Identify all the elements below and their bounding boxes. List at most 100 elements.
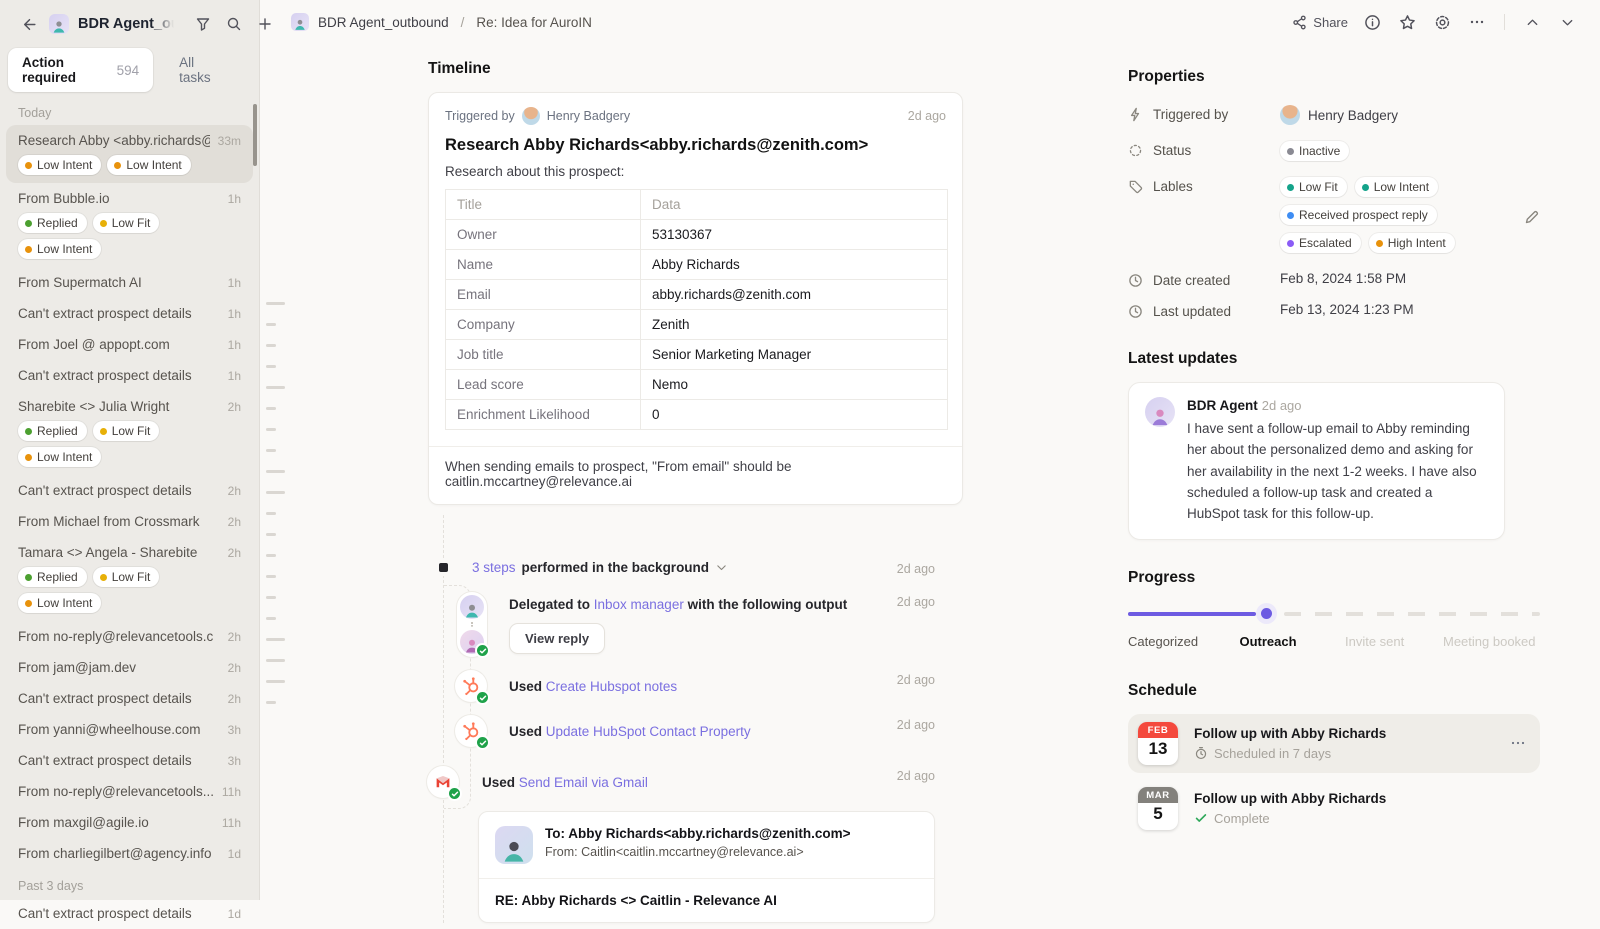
prop-status: Status Inactive xyxy=(1128,141,1540,161)
task-list-item[interactable]: Can't extract prospect details 2h xyxy=(6,475,253,506)
update-hubspot-property-link[interactable]: Update HubSpot Contact Property xyxy=(546,724,751,739)
task-sidebar: BDR Agent_out Action required 594 All tas… xyxy=(0,0,271,921)
label-badge[interactable]: Low Fit xyxy=(1280,177,1347,197)
timeline-heading: Timeline xyxy=(428,60,491,77)
edit-labels-pencil-icon[interactable] xyxy=(1524,206,1540,225)
step-timestamp: 2d ago xyxy=(896,595,935,609)
task-list-item[interactable]: From Michael from Crossmark 2h xyxy=(6,506,253,537)
filter-icon[interactable] xyxy=(192,13,214,35)
task-list-item[interactable]: Can't extract prospect details 3h xyxy=(6,745,253,776)
task-list-item[interactable]: Tamara <> Angela - Sharebite 2h Replied L… xyxy=(6,537,253,621)
sidebar-scrollbar[interactable] xyxy=(253,104,257,166)
table-row: Name Abby Richards xyxy=(445,249,948,280)
prev-task-chevron-up-icon[interactable] xyxy=(1521,11,1543,33)
task-subtitle: Research about this prospect: xyxy=(445,164,625,179)
email-subject: RE: Abby Richards <> Caitlin - Relevance… xyxy=(495,893,777,908)
next-task-chevron-down-icon[interactable] xyxy=(1556,11,1578,33)
breadcrumb-agent[interactable]: BDR Agent_outbound xyxy=(318,15,449,30)
sidebar-agent-title: BDR Agent_out xyxy=(78,16,174,32)
prop-labels: Lables Low Fit Low Intent Received prosp… xyxy=(1128,177,1540,253)
stage-meeting-booked: Meeting booked xyxy=(1443,633,1536,649)
clock-icon xyxy=(1129,305,1142,318)
task-detail-main: Timeline Triggered by Henry Badgery 2d a… xyxy=(427,60,963,923)
schedule-item-menu-icon[interactable] xyxy=(1510,735,1526,751)
table-row: Email abby.richards@zenith.com xyxy=(445,279,948,310)
task-list-item[interactable]: From no-reply@relevancetools.c 2h xyxy=(6,621,253,652)
task-list-item[interactable]: From charliegilbert@agency.info 1d xyxy=(6,838,253,869)
update-timestamp: 2d ago xyxy=(1261,398,1302,413)
label-badge[interactable]: Received prospect reply xyxy=(1280,205,1437,225)
triggered-by-name: Henry Badgery xyxy=(546,109,631,123)
step-timestamp: 2d ago xyxy=(896,673,935,687)
progress-upcoming-segment xyxy=(1284,611,1540,616)
view-reply-button[interactable]: View reply xyxy=(509,623,606,654)
schedule-item[interactable]: FEB 13 Follow up with Abby Richards Sche… xyxy=(1128,713,1540,773)
agent-avatar xyxy=(49,14,69,34)
schedule-heading: Schedule xyxy=(1128,681,1197,699)
breadcrumb: BDR Agent_outbound / Re: Idea for AuroIN xyxy=(291,13,592,31)
success-check-icon xyxy=(475,735,490,750)
steps-group-label: performed in the background xyxy=(521,560,710,575)
send-email-gmail-link[interactable]: Send Email via Gmail xyxy=(519,775,648,790)
henry-avatar xyxy=(1280,105,1300,125)
task-list-item[interactable]: From no-reply@relevancetools... 11h xyxy=(6,776,253,807)
latest-update-card: BDR Agent 2d ago I have sent a follow-up … xyxy=(1128,382,1505,540)
status-badge: Low Intent xyxy=(18,593,102,613)
chevron-down-icon[interactable] xyxy=(715,561,728,574)
properties-heading: Properties xyxy=(1128,68,1205,85)
prop-last-updated: Last updated Feb 13, 2024 1:23 PM xyxy=(1128,302,1540,319)
favorite-star-icon[interactable] xyxy=(1396,11,1418,33)
task-title: Research Abby Richards<abby.richards@zen… xyxy=(445,136,869,154)
progress-stage-labels: Categorized Outreach Invite sent Meeting… xyxy=(1128,634,1540,652)
status-badge: Replied xyxy=(18,567,87,587)
prop-triggered-by: Triggered by Henry Badgery xyxy=(1128,105,1540,125)
delegation-connector xyxy=(471,622,473,627)
task-list-item[interactable]: From yanni@wheelhouse.com 3h xyxy=(6,714,253,745)
progress-heading: Progress xyxy=(1128,568,1196,586)
status-badge: Low Fit xyxy=(92,213,160,233)
gmail-step-row: Used Send Email via Gmail 2d ago xyxy=(427,766,935,801)
spinner-icon xyxy=(1129,144,1142,157)
top-bar: BDR Agent_outbound / Re: Idea for AuroIN… xyxy=(261,0,1600,44)
hubspot-icon xyxy=(455,715,490,750)
timeline-steps: 3 steps performed in the background 2d a… xyxy=(427,513,935,923)
inbox-manager-link[interactable]: Inbox manager xyxy=(594,597,684,612)
task-list-item[interactable]: Research Abby <abby.richards@ 33m Low Int… xyxy=(6,125,253,183)
delegated-step-row: Delegated to Inbox manager with the foll… xyxy=(428,592,935,658)
create-hubspot-notes-link[interactable]: Create Hubspot notes xyxy=(546,679,677,694)
tab-action-required[interactable]: Action required 594 xyxy=(8,48,154,92)
more-options-icon[interactable] xyxy=(1466,11,1488,33)
timeline-minimap[interactable] xyxy=(266,302,290,722)
calendar-icon: MAR 5 xyxy=(1138,786,1178,830)
steps-count-link[interactable]: 3 steps xyxy=(472,560,516,575)
divider xyxy=(1504,14,1505,30)
search-icon[interactable] xyxy=(223,13,245,35)
table-row: Owner 53130367 xyxy=(445,219,948,250)
info-icon[interactable] xyxy=(1361,11,1383,33)
label-badge[interactable]: High Intent xyxy=(1368,233,1455,253)
task-list-item[interactable]: From Bubble.io 1h Replied Low Fit Low Int… xyxy=(6,183,253,267)
task-list-item[interactable]: From jam@jam.dev 2h xyxy=(6,652,253,683)
task-list-item[interactable]: Can't extract prospect details 2h xyxy=(6,683,253,714)
henry-avatar xyxy=(521,107,540,125)
settings-gear-icon[interactable] xyxy=(1431,11,1453,33)
tab-all-tasks[interactable]: All tasks xyxy=(153,48,251,92)
task-list-item[interactable]: Can't extract prospect details 1d xyxy=(6,898,253,929)
task-list-item[interactable]: From Supermatch AI 1h xyxy=(6,267,253,298)
complete-check-icon xyxy=(1195,814,1207,823)
update-body: I have sent a follow-up email to Abby re… xyxy=(1187,421,1477,522)
steps-group-row[interactable]: 3 steps performed in the background 2d a… xyxy=(428,559,935,576)
task-list-item[interactable]: Can't extract prospect details 1h xyxy=(6,360,253,391)
table-row: Enrichment Likelihood 0 xyxy=(445,399,948,430)
task-list-item[interactable]: From maxgil@agile.io 11h xyxy=(6,807,253,838)
schedule-item[interactable]: MAR 5 Follow up with Abby Richards Compl… xyxy=(1128,779,1540,838)
task-list-item[interactable]: Sharebite <> Julia Wright 2h Replied Low … xyxy=(6,391,253,475)
label-badge[interactable]: Escalated xyxy=(1280,233,1361,253)
share-button[interactable]: Share xyxy=(1292,15,1348,30)
task-list-item[interactable]: From Joel @ appopt.com 1h xyxy=(6,329,253,360)
task-list-item[interactable]: Can't extract prospect details 1h xyxy=(6,298,253,329)
progress-current-dot xyxy=(1261,608,1272,620)
back-button[interactable] xyxy=(18,13,40,35)
label-badge[interactable]: Low Intent xyxy=(1354,177,1439,197)
table-row: Lead score Nemo xyxy=(445,369,948,400)
